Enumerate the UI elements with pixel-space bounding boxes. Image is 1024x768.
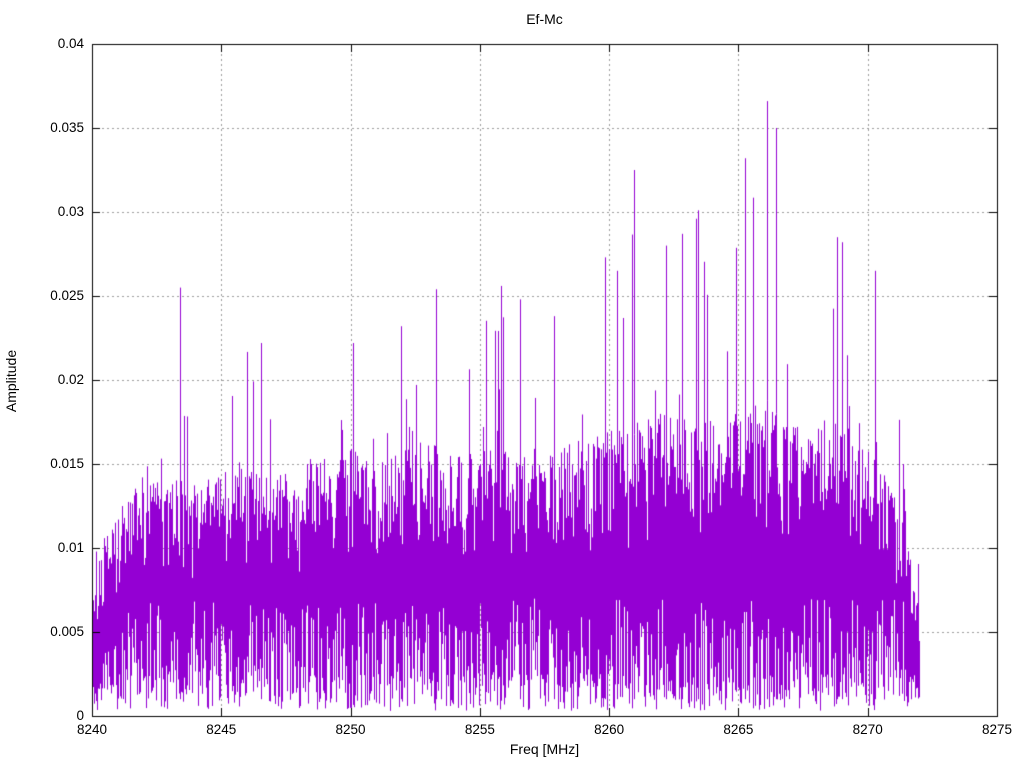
y-tick-label: 0.025 bbox=[50, 288, 84, 303]
y-tick-label: 0.03 bbox=[57, 204, 84, 219]
spectrum-figure: Ef-Mc Amplitude Freq [MHz] 0 0.005 0.01 0.0… bbox=[0, 0, 1024, 768]
y-tick-label: 0 bbox=[76, 708, 84, 723]
y-tick-label: 0.04 bbox=[57, 36, 84, 51]
plot-area bbox=[0, 0, 1024, 768]
x-tick-label: 8270 bbox=[852, 722, 883, 737]
x-tick-label: 8265 bbox=[723, 722, 754, 737]
y-tick-label: 0.035 bbox=[50, 120, 84, 135]
y-tick-label: 0.01 bbox=[57, 540, 84, 555]
y-tick-label: 0.02 bbox=[57, 372, 84, 387]
x-tick-label: 8260 bbox=[594, 722, 625, 737]
chart-title: Ef-Mc bbox=[526, 11, 563, 27]
x-tick-label: 8275 bbox=[981, 722, 1013, 737]
x-axis-label: Freq [MHz] bbox=[509, 741, 580, 757]
y-tick-label: 0.015 bbox=[50, 456, 84, 471]
y-tick-label: 0.005 bbox=[50, 624, 84, 639]
x-tick-label: 8255 bbox=[464, 722, 495, 737]
x-tick-label: 8245 bbox=[206, 722, 237, 737]
x-tick-label: 8240 bbox=[76, 722, 108, 737]
x-tick-label: 8250 bbox=[335, 722, 366, 737]
